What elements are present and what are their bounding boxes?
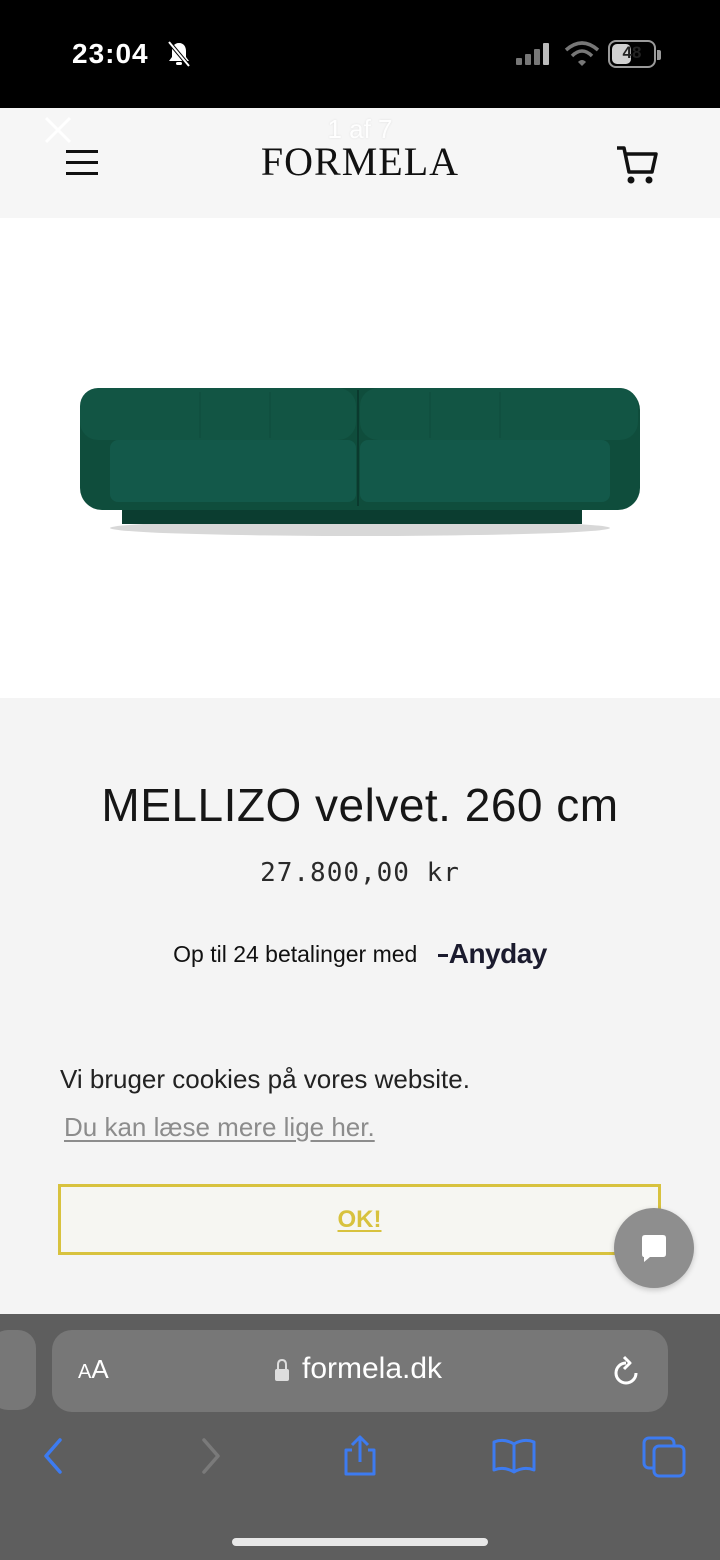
site-header: 1 af 7 FORMELA [0, 108, 720, 218]
anyday-logo[interactable]: Anyday [437, 938, 548, 970]
back-icon[interactable] [34, 1434, 74, 1478]
cookie-read-more-link[interactable]: Du kan læse mere lige her. [64, 1112, 375, 1143]
battery-level: 48 [622, 43, 642, 62]
product-title: MELLIZO velvet. 260 cm [101, 779, 619, 831]
product-price: 27.800,00 kr [260, 858, 460, 888]
battery-indicator: 48 [608, 40, 661, 68]
tabs-icon[interactable] [640, 1434, 688, 1478]
share-icon[interactable] [340, 1434, 380, 1478]
home-indicator[interactable] [232, 1538, 488, 1546]
signal-icon [516, 43, 549, 65]
bookmarks-icon[interactable] [490, 1434, 538, 1478]
cookie-message: Vi bruger cookies på vores website. [60, 1064, 470, 1094]
anyday-label: Anyday [448, 938, 548, 969]
status-time: 23:04 [72, 38, 149, 69]
previous-tab[interactable] [0, 1330, 36, 1410]
reader-settings-button[interactable]: AA [78, 1354, 109, 1385]
address-bar[interactable]: AA formela.dk [52, 1330, 668, 1412]
sofa-image [80, 388, 640, 536]
payment-info: Op til 24 betalinger med Anyday [0, 938, 720, 970]
battery-cap [657, 50, 661, 60]
chat-icon [642, 1235, 666, 1262]
url-text[interactable]: formela.dk [302, 1352, 442, 1386]
brand-logo[interactable]: FORMELA [0, 138, 720, 185]
reload-icon[interactable] [610, 1354, 642, 1388]
product-image[interactable] [0, 218, 720, 698]
wifi-icon [564, 41, 600, 66]
payment-text: Op til 24 betalinger med [173, 940, 418, 967]
product-info: MELLIZO velvet. 260 cm 27.800,00 kr Op t… [0, 698, 720, 1314]
cookie-ok-button[interactable]: OK! [58, 1184, 661, 1255]
lock-icon [275, 1358, 289, 1381]
bell-slash-icon [167, 40, 191, 68]
browser-toolbar: AA formela.dk [0, 1314, 720, 1560]
chat-button[interactable] [614, 1208, 694, 1288]
cart-icon[interactable] [614, 142, 660, 188]
status-bar: 23:04 48 [0, 0, 720, 108]
forward-icon[interactable] [190, 1434, 230, 1478]
